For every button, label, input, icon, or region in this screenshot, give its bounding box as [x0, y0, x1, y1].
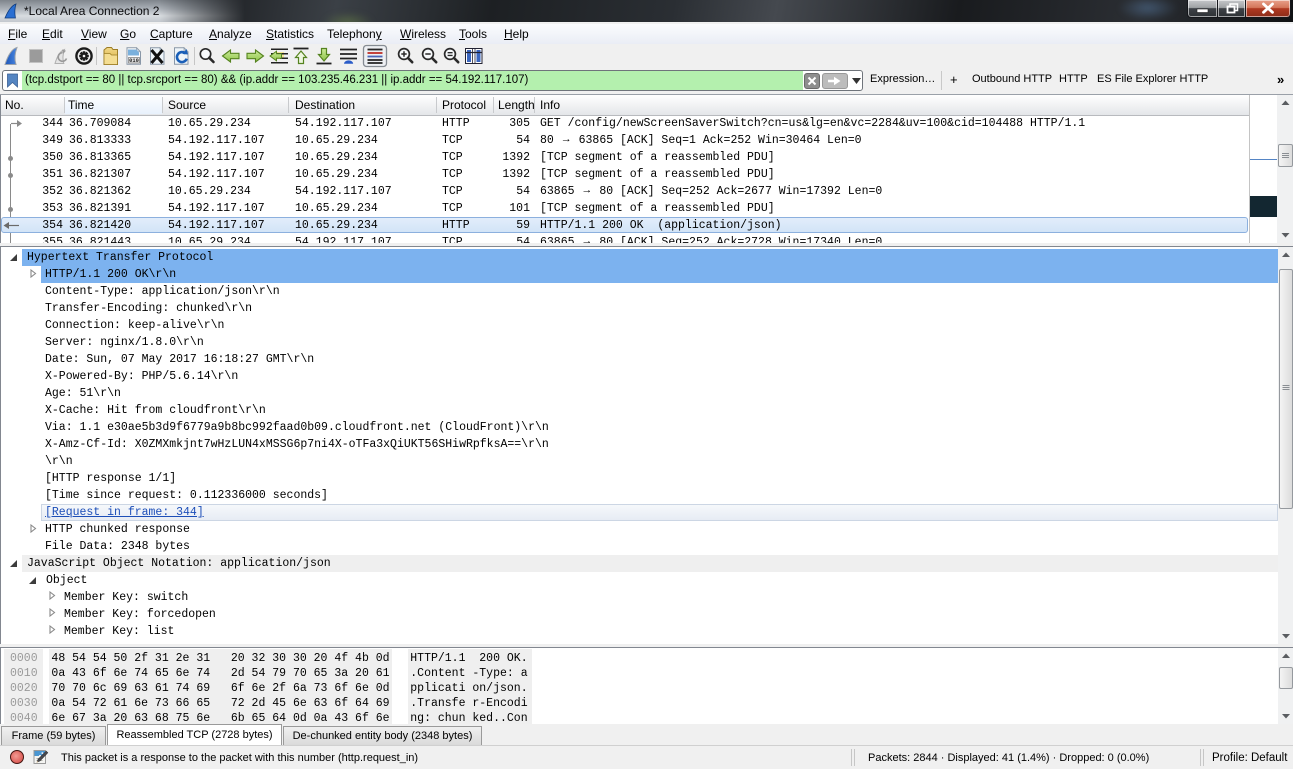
svg-text:010: 010: [129, 58, 139, 64]
